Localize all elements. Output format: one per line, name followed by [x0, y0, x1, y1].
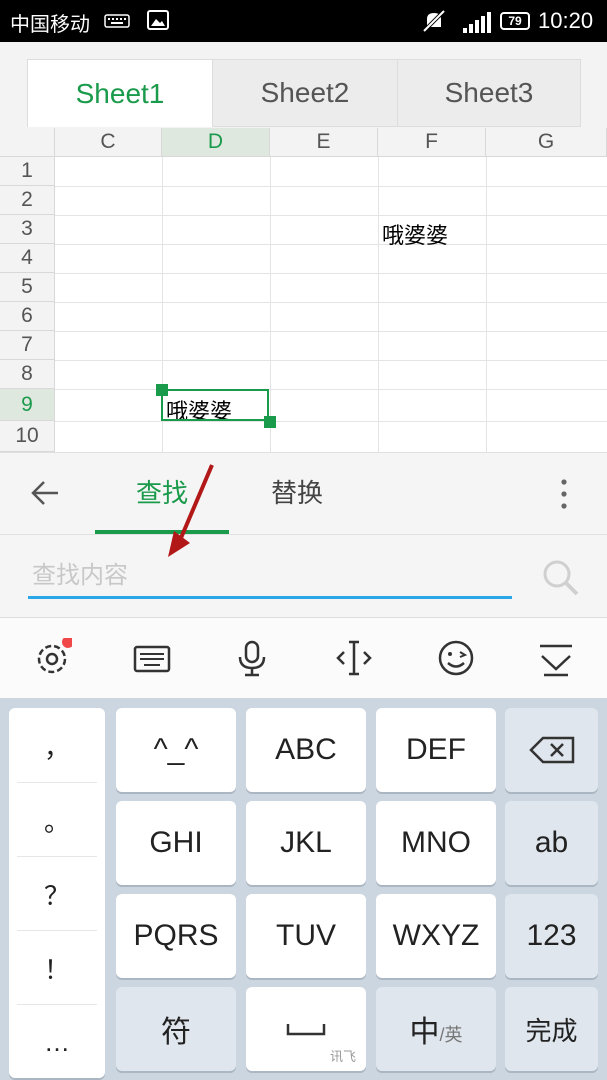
key-comma[interactable]: ， — [9, 710, 105, 782]
settings-gear-icon[interactable] — [32, 638, 72, 678]
key-abc[interactable]: ABC — [246, 708, 366, 792]
search-icon[interactable] — [540, 557, 580, 597]
clock: 10:20 — [538, 8, 594, 33]
annotation-arrow-icon — [168, 464, 214, 557]
lang-main-label: 中 — [409, 1016, 440, 1049]
gridline — [55, 389, 607, 390]
gridline — [55, 421, 607, 422]
cursor-move-icon[interactable] — [334, 638, 374, 678]
key-jkl[interactable]: JKL — [246, 801, 366, 885]
column-header-e[interactable]: E — [270, 128, 378, 157]
row-header-1[interactable]: 1 — [0, 157, 55, 186]
row-header-5[interactable]: 5 — [0, 273, 55, 302]
row-header-9[interactable]: 9 — [0, 389, 55, 421]
divider — [17, 930, 97, 931]
column-header-c[interactable]: C — [55, 128, 162, 157]
row-header-7[interactable]: 7 — [0, 331, 55, 360]
key-period[interactable]: 。 — [9, 784, 105, 856]
language-switch-key[interactable]: 中 /英 — [376, 987, 496, 1071]
key-wxyz[interactable]: WXYZ — [376, 894, 496, 978]
key-ab[interactable]: ab — [505, 801, 598, 885]
keyboard-layout-icon[interactable] — [132, 638, 172, 678]
gridline — [378, 157, 379, 452]
selection-handle-bottom-right[interactable] — [264, 416, 276, 428]
silent-mode-icon — [422, 9, 446, 33]
space-bar-icon — [286, 1024, 326, 1036]
row-header-8[interactable]: 8 — [0, 360, 55, 389]
key-tuv[interactable]: TUV — [246, 894, 366, 978]
row-header-4[interactable]: 4 — [0, 244, 55, 273]
backspace-icon — [528, 736, 574, 764]
gridline — [55, 186, 607, 187]
find-replace-header: 查找 替换 — [0, 452, 607, 557]
sheet-tab-bar: Sheet1 Sheet2 Sheet3 — [0, 42, 607, 128]
tab-sheet3[interactable]: Sheet3 — [397, 59, 581, 127]
battery-indicator: 79 — [500, 12, 530, 30]
row-header-6[interactable]: 6 — [0, 302, 55, 331]
space-key[interactable]: 讯飞 — [246, 987, 366, 1071]
row-header-10[interactable]: 10 — [0, 421, 55, 452]
back-arrow-icon[interactable] — [28, 475, 64, 511]
punctuation-column[interactable]: ， 。 ？ ！ … — [9, 708, 105, 1078]
search-row — [0, 534, 607, 617]
cell-f3[interactable]: 哦婆婆 — [382, 218, 448, 250]
column-header-f[interactable]: F — [378, 128, 486, 157]
status-bar: 中国移动 79 10:20 — [0, 0, 607, 42]
selection-handle-top-left[interactable] — [156, 384, 168, 396]
key-mno[interactable]: MNO — [376, 801, 496, 885]
t9-keyboard: ， 。 ？ ！ … ^_^ ABC DEF GHI JKL MNO ab PQR… — [0, 698, 607, 1080]
microphone-icon[interactable] — [232, 638, 272, 678]
tab-sheet1[interactable]: Sheet1 — [27, 59, 213, 127]
gridline — [55, 244, 607, 245]
corner-cell[interactable] — [0, 128, 55, 157]
more-options-icon[interactable] — [554, 477, 574, 511]
key-ellipsis[interactable]: … — [9, 1006, 105, 1078]
key-123[interactable]: 123 — [505, 894, 598, 978]
divider — [17, 1004, 97, 1005]
hide-keyboard-icon[interactable] — [536, 638, 576, 678]
divider — [17, 856, 97, 857]
key-symbol[interactable]: 符 — [116, 987, 236, 1071]
done-button[interactable]: 完成 — [505, 987, 598, 1071]
tab-replace[interactable]: 替换 — [250, 473, 344, 510]
spreadsheet-grid[interactable]: C D E F G 1 2 3 4 5 6 7 8 9 10 哦婆婆 哦婆婆 — [0, 128, 607, 452]
divider — [17, 782, 97, 783]
key-emoticon[interactable]: ^_^ — [116, 708, 236, 792]
column-header-g[interactable]: G — [486, 128, 607, 157]
lang-sub-label: /英 — [439, 1025, 463, 1045]
notification-dot — [62, 638, 72, 648]
row-header-3[interactable]: 3 — [0, 215, 55, 244]
key-ghi[interactable]: GHI — [116, 801, 236, 885]
row-header-2[interactable]: 2 — [0, 186, 55, 215]
gridline — [55, 215, 607, 216]
key-exclamation[interactable]: ！ — [9, 932, 105, 1004]
carrier-name: 中国移动 — [10, 14, 90, 36]
keyboard-notification-icon — [104, 14, 130, 28]
gridline — [55, 360, 607, 361]
backspace-button[interactable] — [505, 708, 598, 792]
key-def[interactable]: DEF — [376, 708, 496, 792]
signal-strength-icon — [463, 12, 491, 33]
tab-sheet2[interactable]: Sheet2 — [212, 59, 398, 127]
image-notification-icon — [147, 10, 169, 30]
key-question[interactable]: ？ — [9, 858, 105, 930]
keyboard-toolbar — [0, 617, 607, 699]
key-pqrs[interactable]: PQRS — [116, 894, 236, 978]
emoji-icon[interactable] — [436, 638, 476, 678]
gridline — [55, 331, 607, 332]
selected-cell-outline — [161, 389, 269, 421]
gridline — [55, 302, 607, 303]
space-key-sublabel: 讯飞 — [329, 1049, 356, 1064]
gridline — [55, 273, 607, 274]
gridline — [486, 157, 487, 452]
gridline — [270, 157, 271, 452]
column-header-d[interactable]: D — [162, 128, 270, 157]
search-input[interactable] — [28, 555, 512, 599]
